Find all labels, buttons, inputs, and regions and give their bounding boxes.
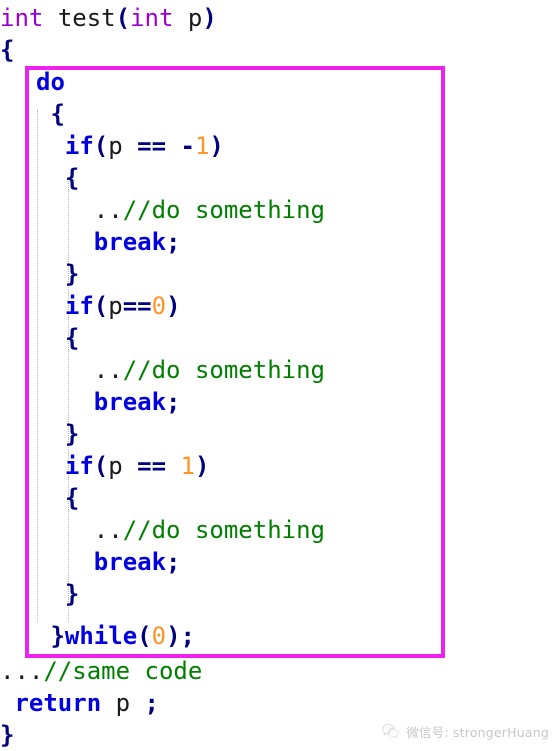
- code-line: ...//same code: [0, 655, 202, 687]
- code-token-punc: ): [194, 452, 210, 480]
- code-token-punc: (: [137, 622, 152, 650]
- code-line: ..//do something: [0, 354, 325, 386]
- code-line: }: [0, 258, 79, 290]
- wechat-icon: [381, 722, 400, 741]
- code-token-punc: ;: [166, 228, 181, 256]
- code-line: {: [0, 34, 14, 66]
- code-token-kw: break: [36, 388, 167, 416]
- code-line: {: [0, 98, 65, 130]
- code-line: }: [0, 719, 14, 751]
- code-token-kw: if: [36, 292, 94, 320]
- code-snippet: int test(int p){do { if(p == -1) { ..//d…: [0, 0, 558, 751]
- code-token-kw: return: [0, 689, 102, 717]
- code-line: return p ;: [0, 687, 159, 719]
- code-token-punc: {: [0, 36, 15, 64]
- code-token-punc: ): [166, 292, 181, 320]
- code-line: }while(0);: [0, 620, 195, 652]
- code-token-punc: }: [36, 420, 80, 448]
- code-token-punc: {: [36, 324, 80, 352]
- code-line: if(p == 1): [0, 450, 210, 482]
- code-line: break;: [0, 386, 181, 418]
- code-token-op: ==: [137, 452, 181, 480]
- code-token-punc: (: [115, 4, 131, 32]
- code-token-id: test: [57, 4, 116, 32]
- code-line: do: [0, 66, 65, 98]
- code-token-punc: {: [36, 164, 80, 192]
- code-token-id: p: [108, 132, 138, 160]
- code-token-id: p: [108, 452, 138, 480]
- code-token-id: p: [187, 4, 203, 32]
- code-token-type: int: [0, 4, 44, 32]
- code-line: break;: [0, 226, 181, 258]
- code-token-kw: if: [36, 452, 94, 480]
- code-token-kw: break: [36, 228, 167, 256]
- code-line: ..//do something: [0, 514, 325, 546]
- code-token-punc: ;: [144, 689, 159, 717]
- code-token-num: 0: [151, 292, 167, 320]
- code-token-punc: (: [93, 452, 109, 480]
- code-token-kw: if: [36, 132, 94, 160]
- code-token-id: p: [115, 689, 145, 717]
- code-token-kw: break: [36, 548, 167, 576]
- code-token-cmt: //do something: [122, 516, 325, 544]
- code-token-id: p: [108, 292, 123, 320]
- code-token-kw: do: [36, 68, 65, 96]
- code-token-kw: while: [64, 622, 138, 650]
- code-token-punc: }: [36, 260, 80, 288]
- code-token-dots: ..: [36, 196, 123, 224]
- code-line: break;: [0, 546, 181, 578]
- code-token-dots: ...: [0, 657, 44, 685]
- code-token-punc: }: [0, 721, 15, 749]
- code-token-punc: {: [36, 484, 80, 512]
- code-token-punc: (: [93, 292, 109, 320]
- code-token-op: ==: [122, 292, 152, 320]
- code-token-punc: ): [209, 132, 224, 160]
- code-token-num: 0: [151, 622, 167, 650]
- code-line: }: [0, 578, 79, 610]
- code-token-dots: ..: [36, 516, 123, 544]
- code-token-cmt: //do something: [122, 356, 325, 384]
- code-token-punc: {: [36, 100, 65, 128]
- code-line: int test(int p): [0, 2, 217, 34]
- watermark-text: 微信号: strongerHuang: [406, 725, 549, 740]
- code-token-punc: (: [93, 132, 109, 160]
- code-token-dots: ..: [36, 356, 123, 384]
- code-token-num: 1: [180, 452, 195, 480]
- code-token-punc: ;: [166, 548, 181, 576]
- code-token-punc: ;: [166, 388, 181, 416]
- watermark: 微信号: strongerHuang: [381, 722, 549, 741]
- code-token-punc: }: [36, 580, 80, 608]
- code-line: if(p==0): [0, 290, 181, 322]
- code-token-cmt: //same code: [43, 657, 203, 685]
- code-line: {: [0, 162, 79, 194]
- code-line: if(p == -1): [0, 130, 224, 162]
- code-token-cmt: //do something: [122, 196, 325, 224]
- code-token-punc: }: [36, 622, 65, 650]
- code-line: {: [0, 322, 79, 354]
- code-token-type: int: [130, 4, 174, 32]
- code-token-punc: );: [166, 622, 195, 650]
- code-token-punc: ): [202, 4, 217, 32]
- code-line: {: [0, 482, 79, 514]
- code-token-num: 1: [194, 132, 210, 160]
- code-line: }: [0, 418, 79, 450]
- code-token-op: == -: [137, 132, 195, 160]
- code-line: ..//do something: [0, 194, 325, 226]
